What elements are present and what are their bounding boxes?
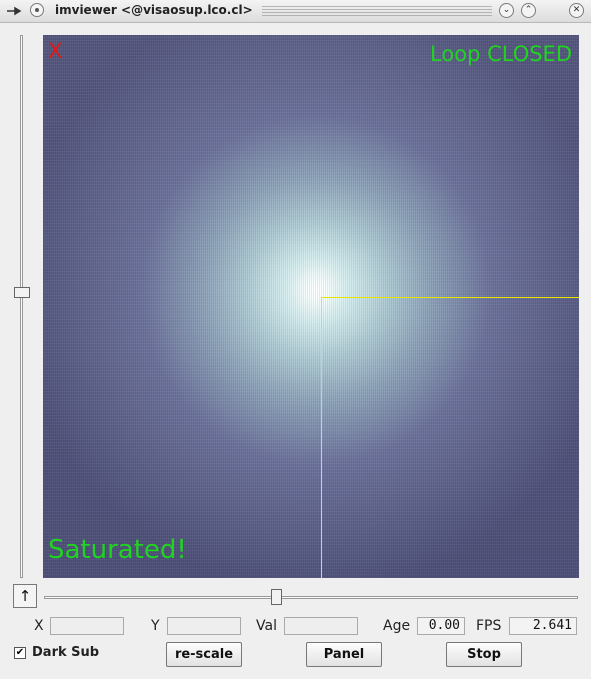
app-icon bbox=[7, 6, 22, 16]
pin-icon[interactable] bbox=[30, 3, 44, 17]
val-label: Val bbox=[256, 618, 277, 634]
minimize-button[interactable]: ⌄ bbox=[499, 3, 514, 18]
y-field bbox=[167, 617, 241, 635]
vertical-slider-handle[interactable] bbox=[14, 287, 30, 298]
title-bar: imviewer <@visaosup.lco.cl> ⌄ ⌃ ✕ bbox=[0, 0, 591, 23]
vertical-slider-track[interactable] bbox=[20, 35, 23, 578]
title-bar-grip bbox=[262, 6, 492, 16]
image-viewer[interactable]: X Loop CLOSED Saturated! bbox=[43, 35, 579, 578]
close-button[interactable]: ✕ bbox=[569, 3, 584, 18]
roi-box[interactable] bbox=[321, 297, 579, 578]
x-field bbox=[50, 617, 124, 635]
maximize-button[interactable]: ⌃ bbox=[521, 3, 536, 18]
horizontal-slider-track[interactable] bbox=[44, 596, 578, 599]
saturation-warning: Saturated! bbox=[48, 535, 187, 565]
age-field: 0.00 bbox=[417, 617, 465, 635]
dark-sub-checkbox[interactable]: ✔ bbox=[14, 647, 26, 659]
rescale-button[interactable]: re-scale bbox=[166, 642, 242, 667]
stop-button[interactable]: Stop bbox=[446, 642, 522, 667]
panel-button[interactable]: Panel bbox=[306, 642, 382, 667]
age-label: Age bbox=[383, 618, 411, 634]
fps-label: FPS bbox=[476, 618, 502, 634]
loop-status: Loop CLOSED bbox=[430, 42, 572, 66]
fps-field: 2.641 bbox=[509, 617, 577, 635]
val-field bbox=[284, 617, 358, 635]
window-title: imviewer <@visaosup.lco.cl> bbox=[55, 3, 253, 17]
x-label: X bbox=[34, 618, 44, 634]
dark-sub-label: Dark Sub bbox=[32, 645, 100, 660]
y-label: Y bbox=[151, 618, 160, 634]
horizontal-slider-handle[interactable] bbox=[271, 589, 282, 605]
arrow-up-button[interactable]: ↑ bbox=[13, 584, 37, 608]
close-marker: X bbox=[48, 39, 63, 63]
